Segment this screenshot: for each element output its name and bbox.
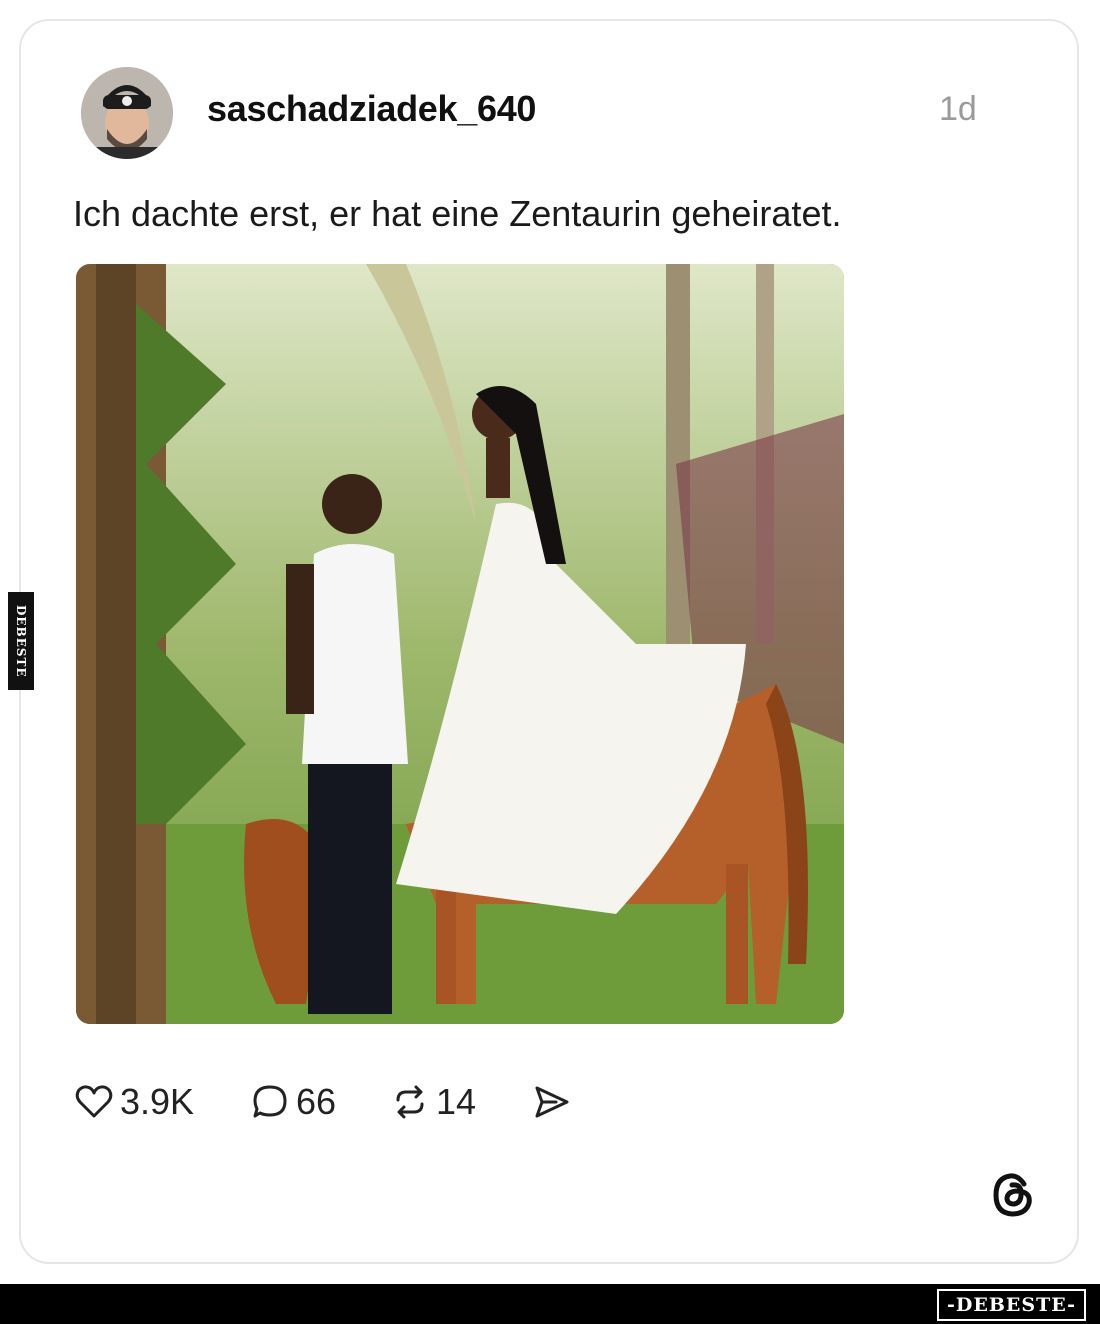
post-timestamp: 1d	[939, 90, 977, 128]
threads-logo-icon[interactable]	[988, 1170, 1036, 1220]
comment-button[interactable]: 66	[250, 1080, 336, 1124]
repost-button[interactable]: 14	[390, 1080, 476, 1124]
share-button[interactable]	[530, 1080, 572, 1124]
post-text: Ich dachte erst, er hat eine Zentaurin g…	[73, 193, 842, 234]
send-icon	[535, 1086, 569, 1118]
comment-bubble-icon	[253, 1085, 287, 1118]
footer-bar: -DEBESTE-	[0, 1284, 1100, 1324]
heart-icon	[75, 1085, 113, 1118]
username[interactable]: saschadziadek_640	[207, 88, 536, 130]
side-watermark: DEBESTE	[8, 592, 34, 690]
avatar[interactable]	[81, 67, 173, 159]
comment-count: 66	[296, 1081, 337, 1122]
repost-icon	[396, 1085, 424, 1119]
like-count: 3.9K	[120, 1081, 195, 1122]
post-photo[interactable]	[76, 264, 844, 1024]
repost-count: 14	[436, 1081, 477, 1122]
footer-watermark: -DEBESTE-	[937, 1289, 1086, 1321]
like-button[interactable]: 3.9K	[74, 1080, 194, 1124]
